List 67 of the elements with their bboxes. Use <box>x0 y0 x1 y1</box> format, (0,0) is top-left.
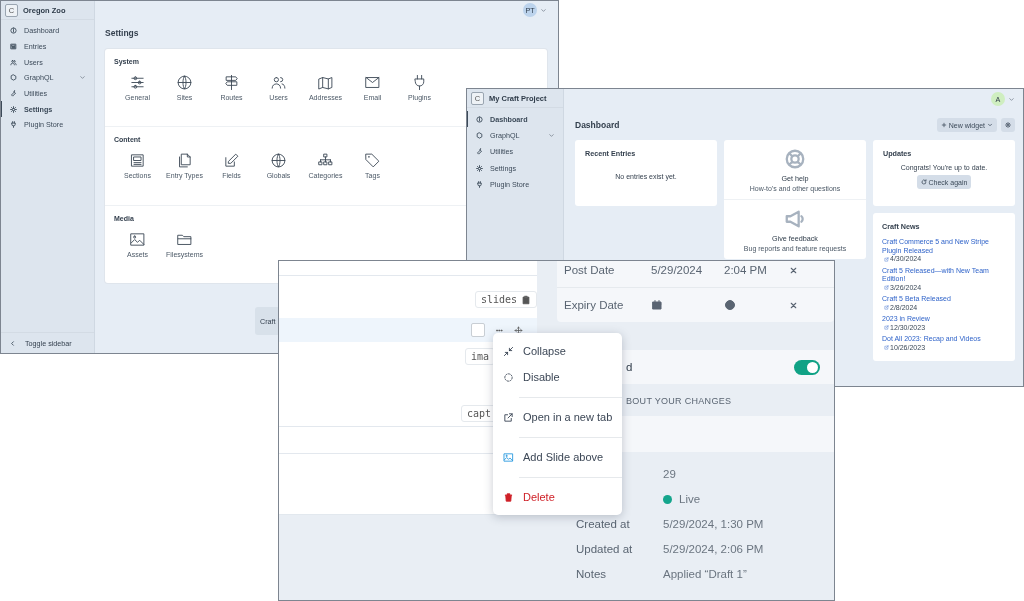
field-handle: slides <box>474 291 537 308</box>
field-label: d <box>626 361 634 373</box>
hexagon-icon <box>10 74 17 82</box>
settings-button[interactable] <box>1001 118 1015 132</box>
external-link-icon <box>884 285 889 291</box>
field-label: Post Date <box>564 264 616 276</box>
settings-icon <box>1005 122 1011 128</box>
meta-value: 5/29/2024, 2:06 PM <box>663 542 764 555</box>
tag-icon <box>364 152 381 170</box>
caret-icon <box>987 122 993 128</box>
globe-icon <box>270 152 287 170</box>
dashboard-icon <box>10 27 17 35</box>
status-text: Live <box>679 493 701 506</box>
time-value[interactable]: 2:04 PM <box>724 264 789 276</box>
users-icon <box>270 74 287 91</box>
date-value[interactable]: 5/29/2024 <box>651 264 724 276</box>
collapse-icon <box>503 345 514 357</box>
settings-icon <box>476 164 483 172</box>
external-link-icon <box>884 305 889 311</box>
entries-icon <box>10 43 17 51</box>
meta-label: Updated at <box>576 542 633 555</box>
plug-icon <box>10 121 17 129</box>
chevron-down-icon[interactable] <box>79 74 86 82</box>
plus-icon <box>940 122 947 128</box>
field-label: Expiry Date <box>564 299 625 311</box>
close-icon[interactable] <box>789 265 798 275</box>
documents-icon <box>176 152 193 170</box>
page-title: Dashboard <box>575 120 620 130</box>
chevron-down-icon[interactable] <box>540 6 547 14</box>
close-icon[interactable] <box>789 300 798 310</box>
dashboard-icon <box>476 115 483 123</box>
hexagon-icon <box>476 132 483 140</box>
chevron-left-icon <box>9 339 16 347</box>
calendar-icon[interactable] <box>651 299 663 311</box>
signpost-icon <box>223 74 240 91</box>
meta-value: 5/29/2024, 1:30 PM <box>663 518 764 530</box>
chevron-down-icon[interactable] <box>548 132 555 140</box>
notes-heading: BOUT YOUR CHANGES <box>626 396 732 408</box>
meta-value: Applied “Draft 1” <box>663 567 747 580</box>
refresh-icon <box>920 179 927 185</box>
meta-label: Notes <box>576 567 607 580</box>
menu-item[interactable]: Collapse <box>493 338 622 364</box>
toggle-switch[interactable] <box>794 359 820 375</box>
checkbox[interactable] <box>471 323 485 337</box>
external-link-icon <box>884 345 889 351</box>
external-link-icon <box>884 325 889 331</box>
image-icon <box>129 230 146 248</box>
settings-icon <box>10 105 17 113</box>
external-link-icon <box>503 411 514 423</box>
envelope-icon <box>364 74 381 91</box>
map-icon <box>317 74 334 91</box>
meta-label: Created at <box>576 518 630 530</box>
newspaper-icon <box>129 152 146 170</box>
users-icon <box>10 58 17 66</box>
move-icon[interactable] <box>514 325 523 335</box>
external-link-icon <box>884 256 889 262</box>
chevron-down-icon[interactable] <box>1008 95 1015 103</box>
lifebuoy-icon <box>784 147 806 170</box>
trash-icon <box>503 491 514 503</box>
sliders-icon <box>129 74 146 91</box>
meta-value: 29 <box>663 468 676 481</box>
globe-icon <box>176 74 193 91</box>
image-icon <box>503 451 514 463</box>
page-title: Settings <box>105 28 139 40</box>
menu-item[interactable]: Disable <box>493 364 622 390</box>
dashed-circle-icon <box>503 371 514 383</box>
plug-icon <box>476 181 483 189</box>
